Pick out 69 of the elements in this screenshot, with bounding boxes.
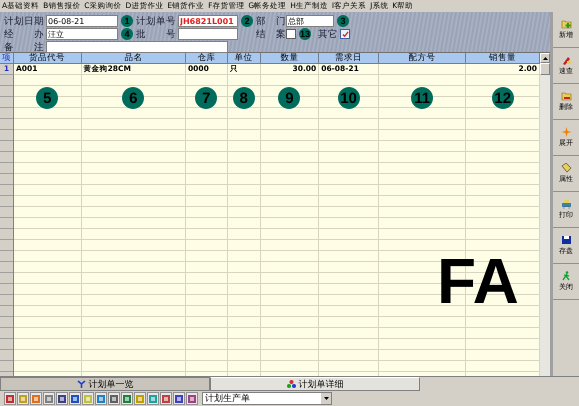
tag-icon [560, 163, 572, 173]
field-label: 批 号 [136, 28, 177, 40]
field-label: 其它 [318, 28, 338, 40]
tab[interactable]: 计划单一览 [0, 377, 210, 391]
tile-icon[interactable] [31, 394, 41, 404]
field-label: 备 注 [4, 40, 45, 53]
note-field[interactable] [46, 41, 228, 53]
vertical-scrollbar[interactable] [540, 53, 550, 376]
column-header[interactable]: 数量 [260, 53, 320, 64]
callout-marker: 7 [195, 87, 218, 109]
other-checkbox[interactable] [340, 29, 350, 39]
callout-marker: 9 [278, 87, 300, 109]
tile-icon[interactable] [70, 394, 80, 404]
tile-icon[interactable] [57, 394, 67, 404]
tile-icon[interactable] [109, 394, 119, 404]
callout-marker: 8 [232, 87, 255, 109]
tile-icon[interactable] [187, 394, 197, 404]
callout-marker: 5 [36, 87, 58, 109]
tile-icon[interactable] [18, 394, 28, 404]
column-header[interactable]: 项 [0, 53, 14, 64]
folder-minus-icon [560, 91, 572, 101]
scrollbar-thumb[interactable] [540, 63, 550, 75]
field-label: 结 案 [256, 28, 286, 40]
callout-marker: 13 [299, 28, 311, 40]
column-header[interactable]: 需求日 [319, 53, 379, 64]
overlay-text: FA [437, 253, 519, 309]
molecule-icon [286, 380, 296, 388]
tab[interactable]: 计划单详细 [210, 377, 420, 391]
column-header[interactable]: 配方号 [378, 53, 466, 64]
date-field[interactable]: 06-08-21 [46, 15, 118, 27]
pen-icon [560, 55, 572, 65]
combo-box[interactable]: 计划生产单 [202, 392, 332, 405]
running-figure-icon [560, 271, 572, 281]
callout-marker: 2 [241, 15, 253, 27]
department-field[interactable]: 总部 [286, 15, 334, 27]
callout-marker: 4 [121, 28, 133, 40]
callout-marker: 3 [337, 15, 349, 27]
field-label: 经 办 [4, 28, 45, 40]
column-header[interactable]: 销售量 [466, 53, 540, 64]
sparkle-icon [560, 127, 572, 137]
callout-marker: 10 [338, 87, 360, 109]
column-header[interactable]: 品名 [82, 53, 186, 64]
tile-icon[interactable] [83, 394, 93, 404]
callout-marker: 11 [411, 87, 434, 109]
field-label: 计划单号 [136, 14, 177, 28]
handler-field[interactable]: 汪立 [46, 28, 118, 40]
tile-icon[interactable] [122, 394, 132, 404]
tile-icon[interactable] [148, 394, 158, 404]
up-arrow-icon[interactable] [542, 56, 548, 60]
folder-plus-icon [560, 19, 572, 29]
field-label: 部 门 [256, 14, 286, 28]
tile-icon[interactable] [5, 394, 15, 404]
branch-icon [76, 380, 86, 388]
tile-icon[interactable] [44, 394, 54, 404]
column-header[interactable]: 仓库 [186, 53, 228, 64]
column-header[interactable]: 单位 [228, 53, 261, 64]
dropdown-icon [324, 397, 328, 400]
tile-icon[interactable] [161, 394, 171, 404]
tile-icon[interactable] [174, 394, 184, 404]
printer-icon [560, 199, 572, 209]
field-label: 计划日期 [4, 14, 45, 28]
tile-icon[interactable] [135, 394, 145, 404]
column-header[interactable]: 货品代号 [14, 53, 82, 64]
tile-icon[interactable] [96, 394, 106, 404]
batch-field[interactable] [178, 28, 238, 40]
callout-marker: 12 [492, 87, 514, 109]
closed-checkbox[interactable] [286, 29, 296, 39]
callout-marker: 1 [121, 15, 133, 27]
callout-marker: 6 [122, 87, 144, 109]
